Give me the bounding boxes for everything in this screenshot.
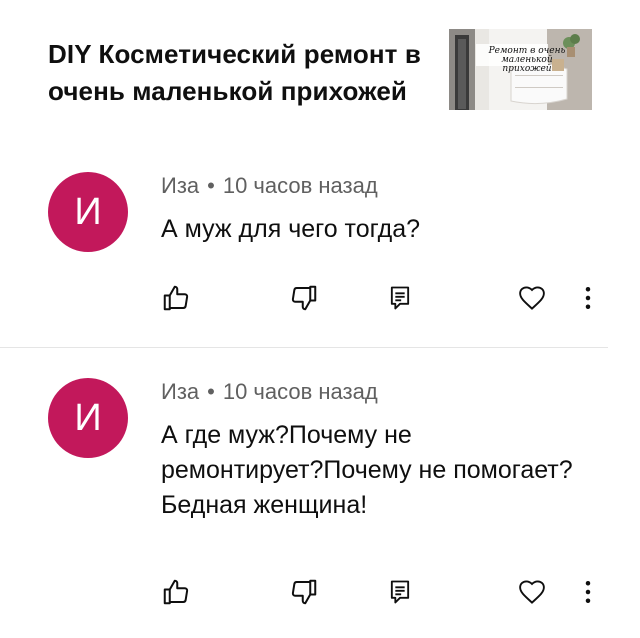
comment-item: И Иза • 10 часов назад А муж для чего тогд…: [0, 160, 640, 348]
comment-divider: [0, 347, 608, 348]
comment-author[interactable]: Иза: [161, 379, 199, 404]
thumbs-down-icon: [291, 285, 317, 311]
reply-comment-icon: [390, 580, 410, 604]
video-title[interactable]: DIY Косметический ремонт в очень маленьк…: [48, 36, 428, 110]
thumbs-down-icon: [291, 579, 317, 605]
comment-text: А муж для чего тогда?: [161, 215, 421, 243]
dislike-button[interactable]: [284, 278, 324, 318]
video-header[interactable]: DIY Косметический ремонт в очень маленьк…: [0, 0, 640, 140]
like-button[interactable]: [156, 278, 196, 318]
meta-separator: •: [207, 379, 215, 404]
comment-meta: Иза • 10 часов назад: [161, 378, 378, 406]
more-vertical-icon: [585, 287, 591, 309]
thumbnail-caption: Ремонт в очень маленькой прихожей: [488, 46, 566, 74]
reply-button[interactable]: [380, 278, 420, 318]
comment-author[interactable]: Иза: [161, 173, 199, 198]
heart-icon: [519, 580, 545, 604]
meta-separator: •: [207, 173, 215, 198]
like-button[interactable]: [156, 572, 196, 612]
comment-time: 10 часов назад: [222, 173, 378, 198]
comment-meta: Иза • 10 часов назад: [161, 172, 378, 200]
avatar[interactable]: И: [48, 172, 128, 252]
more-vertical-icon: [585, 581, 591, 603]
reply-comment-icon: [390, 286, 410, 310]
more-options-button[interactable]: [568, 278, 608, 318]
comment-time: 10 часов назад: [222, 379, 378, 404]
comment-actions: [0, 572, 640, 612]
comment-actions: [0, 278, 640, 318]
reply-button[interactable]: [380, 572, 420, 612]
dislike-button[interactable]: [284, 572, 324, 612]
heart-button[interactable]: [512, 572, 552, 612]
heart-icon: [519, 286, 545, 310]
video-thumbnail[interactable]: Ремонт в очень маленькой прихожей: [449, 29, 592, 110]
avatar[interactable]: И: [48, 378, 128, 458]
heart-button[interactable]: [512, 278, 552, 318]
thumbs-up-icon: [163, 285, 189, 311]
more-options-button[interactable]: [568, 572, 608, 612]
comment-text: А где муж?Почему не ремонтирует?Почему н…: [161, 421, 573, 519]
thumbs-up-icon: [163, 579, 189, 605]
comment-item: И Иза • 10 часов назад А где муж?Почему не…: [0, 366, 640, 638]
